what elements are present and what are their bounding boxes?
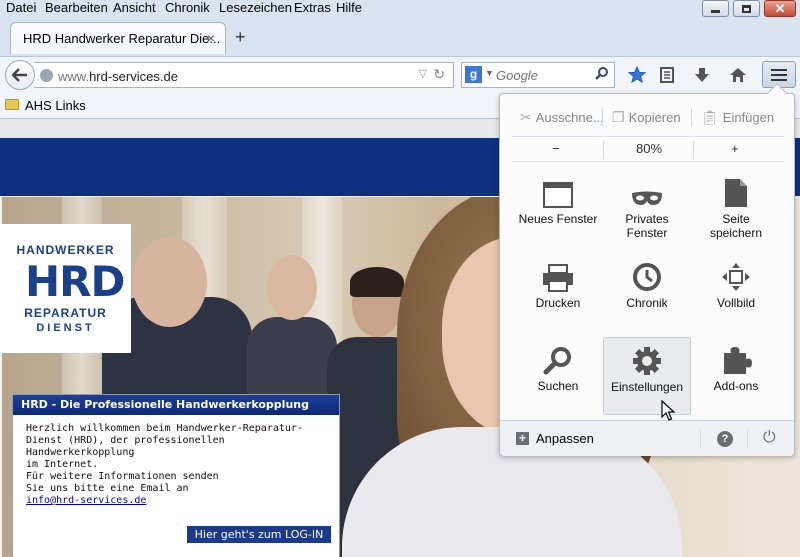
arrow-left-icon: [12, 68, 27, 82]
back-button[interactable]: [5, 60, 35, 90]
folder-icon: [5, 99, 19, 110]
search-icon[interactable]: [595, 66, 609, 83]
print-button[interactable]: Drucken: [514, 258, 602, 334]
copy-icon: ❐: [612, 108, 625, 125]
fullscreen-icon: [692, 258, 780, 296]
gear-icon: [604, 338, 690, 380]
zoom-controls: − 80% +: [512, 136, 784, 162]
menu-ansicht[interactable]: Ansicht: [113, 0, 156, 15]
tab-hrd[interactable]: HRD Handwerker Reparatur Die... ×: [10, 22, 226, 54]
close-icon: ✕: [774, 1, 786, 16]
plus-icon: +: [516, 432, 529, 445]
chevron-down-icon[interactable]: ▼: [485, 68, 494, 78]
bookmark-ahs-links[interactable]: AHS Links: [25, 98, 86, 113]
clock-icon: [603, 258, 691, 296]
hrd-logo[interactable]: HANDWERKER HRD REPARATUR DIENST: [0, 224, 131, 353]
menu-extras[interactable]: Extras: [294, 0, 331, 15]
printer-icon: [514, 258, 602, 296]
menu-lesezeichen[interactable]: Lesezeichen: [219, 0, 292, 15]
search-icon: [514, 341, 602, 379]
copy-button[interactable]: ❐ Kopieren: [612, 106, 681, 128]
page-icon: [692, 174, 780, 212]
zoom-in-button[interactable]: +: [731, 141, 739, 156]
menu-bearbeiten[interactable]: Bearbeiten: [45, 0, 108, 15]
new-window-button[interactable]: Neues Fenster: [514, 174, 602, 250]
cut-button[interactable]: ✂ Ausschne...: [520, 106, 604, 128]
power-icon[interactable]: ⏻: [763, 429, 776, 447]
home-icon[interactable]: [727, 64, 749, 86]
restore-icon: [742, 4, 751, 13]
download-icon[interactable]: [691, 64, 713, 86]
edit-controls: ✂ Ausschne... ❐ Kopieren 📋︎ Einfügen: [500, 106, 796, 128]
firefox-menu-panel: ✂ Ausschne... ❐ Kopieren 📋︎ Einfügen − 8…: [499, 83, 796, 456]
hamburger-icon: [771, 68, 787, 71]
bookmarks-list-icon[interactable]: [656, 64, 678, 86]
panel-footer: + Anpassen ? ⏻: [500, 420, 794, 456]
open-menu-button[interactable]: [762, 61, 796, 88]
email-link[interactable]: info@hrd-services.de: [26, 495, 146, 506]
tab-title: HRD Handwerker Reparatur Die...: [23, 31, 221, 46]
mouse-cursor-icon: [661, 400, 675, 421]
menu-hilfe[interactable]: Hilfe: [336, 0, 362, 15]
tab-close-icon[interactable]: ×: [207, 30, 215, 46]
customize-button[interactable]: Anpassen: [536, 431, 594, 446]
url-text[interactable]: www.hrd-services.de: [58, 69, 178, 84]
welcome-box: HRD - Die Professionelle Handwerkerkoppl…: [12, 394, 340, 557]
minimize-icon: [711, 10, 720, 13]
login-button[interactable]: Hier geht's zum LOG-IN: [187, 526, 331, 543]
logo-line-dienst: DIENST: [36, 322, 95, 334]
clipboard-icon: 📋︎: [701, 108, 719, 125]
globe-icon: [40, 69, 53, 82]
bookmark-star-icon[interactable]: [626, 64, 648, 86]
nav-toolbar: www.hrd-services.de ▽ ↻ g ▼: [0, 56, 800, 92]
welcome-text: Herzlich willkommen beim Handwerker-Repa…: [26, 423, 303, 506]
scissors-icon: ✂: [520, 108, 532, 125]
puzzle-icon: [692, 341, 780, 379]
zoom-level-button[interactable]: 80%: [636, 141, 662, 156]
help-icon[interactable]: ?: [717, 431, 733, 447]
private-window-button[interactable]: Privates Fenster: [603, 174, 691, 250]
menu-datei[interactable]: Datei: [6, 0, 36, 15]
minimize-button[interactable]: [702, 0, 729, 17]
logo-mark: HRD: [25, 257, 125, 306]
history-button[interactable]: Chronik: [603, 258, 691, 334]
save-page-button[interactable]: Seite speichern: [692, 174, 780, 250]
close-window-button[interactable]: ✕: [764, 0, 796, 17]
mask-icon: [603, 174, 691, 212]
reload-icon[interactable]: ↻: [433, 66, 445, 83]
find-button[interactable]: Suchen: [514, 341, 602, 417]
addons-button[interactable]: Add-ons: [692, 341, 780, 417]
google-icon[interactable]: g: [465, 66, 482, 83]
menu-chronik[interactable]: Chronik: [165, 0, 210, 15]
menu-bar: Datei Bearbeiten Ansicht Chronik Lesezei…: [0, 0, 800, 18]
zoom-out-button[interactable]: −: [552, 141, 560, 156]
restore-button[interactable]: [733, 0, 760, 17]
search-input[interactable]: [496, 67, 586, 83]
settings-button[interactable]: Einstellungen: [603, 337, 691, 415]
fullscreen-button[interactable]: Vollbild: [692, 258, 780, 334]
logo-line-reparatur: REPARATUR: [24, 306, 107, 320]
logo-line-handwerker: HANDWERKER: [16, 243, 115, 257]
paste-button[interactable]: 📋︎ Einfügen: [701, 106, 774, 128]
url-bar[interactable]: www.hrd-services.de ▽ ↻: [34, 62, 454, 88]
tab-strip: HRD Handwerker Reparatur Die... × +: [0, 18, 800, 56]
window-icon: [514, 174, 602, 212]
welcome-box-title: HRD - Die Professionelle Handwerkerkoppl…: [13, 395, 339, 415]
search-bar[interactable]: g ▼: [461, 62, 615, 88]
url-dropdown-icon[interactable]: ▽: [419, 67, 427, 80]
new-tab-button[interactable]: +: [235, 27, 246, 48]
